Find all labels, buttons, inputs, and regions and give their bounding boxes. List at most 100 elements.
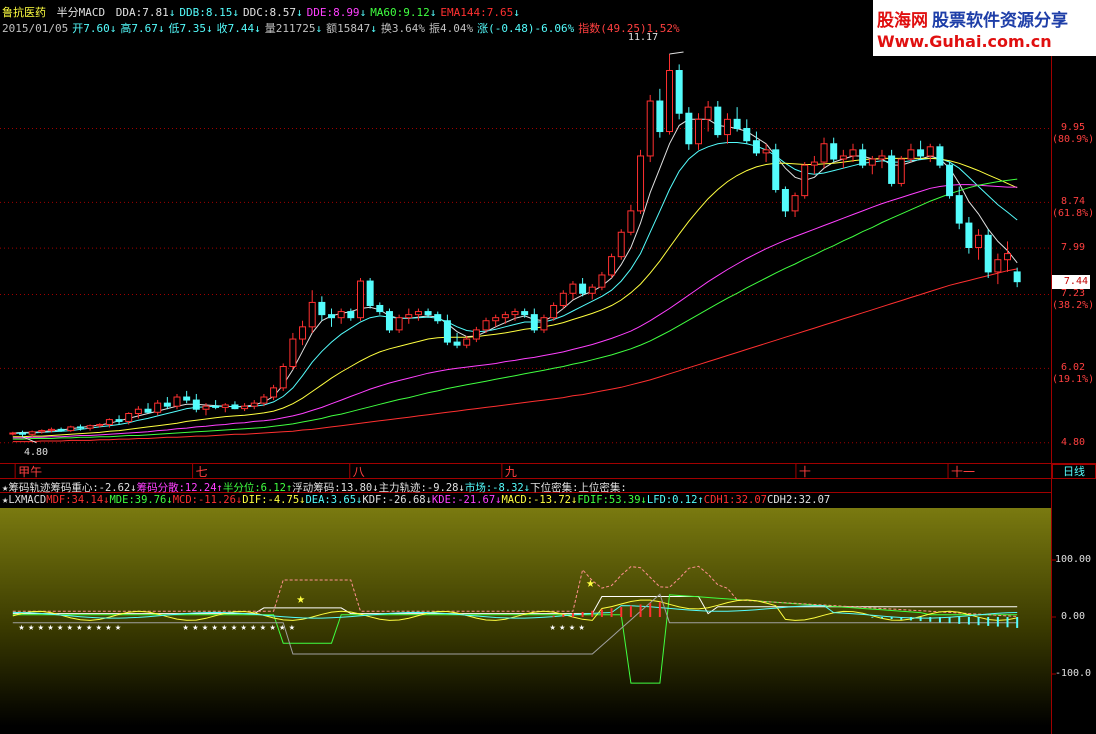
candle-92[interactable] <box>897 155 905 187</box>
candle-45[interactable] <box>443 314 451 346</box>
candle-95[interactable] <box>926 143 934 163</box>
candle-99[interactable] <box>965 216 973 254</box>
candle-29[interactable] <box>289 332 297 370</box>
candle-46[interactable] <box>453 332 461 349</box>
candle-8[interactable] <box>86 424 94 431</box>
stock-name[interactable]: 鲁抗医药 <box>2 6 46 19</box>
candle-23[interactable] <box>231 401 239 410</box>
candle-1[interactable] <box>18 430 26 437</box>
candle-101[interactable] <box>984 229 992 279</box>
candle-19[interactable] <box>192 393 200 413</box>
guhai-logo: 股海网 股票软件资源分享 Www.Guhai.com.cn <box>873 0 1096 56</box>
candle-89[interactable] <box>868 155 876 175</box>
candle-22[interactable] <box>221 403 229 413</box>
candle-47[interactable] <box>463 335 471 349</box>
candle-102[interactable] <box>994 253 1002 285</box>
candle-48[interactable] <box>472 326 480 343</box>
info-field-2: 高7.67 <box>120 22 158 35</box>
candle-73[interactable] <box>714 101 722 138</box>
candle-36[interactable] <box>356 278 364 321</box>
candle-68[interactable] <box>666 54 674 135</box>
candle-25[interactable] <box>250 400 258 410</box>
candle-40[interactable] <box>395 314 403 333</box>
candle-80[interactable] <box>781 186 789 217</box>
candle-60[interactable] <box>588 284 596 300</box>
stock-chart-canvas[interactable]: ★ ★ ★ ★ ★ ★ ★ ★ ★ ★ ★ ★ ★ ★ ★ ★ ★ ★ ★ ★ ★ ★ ★ ★ ★ ★ ★★★ <box>0 0 1096 734</box>
candle-75[interactable] <box>733 107 741 132</box>
candle-24[interactable] <box>241 403 249 412</box>
candle-90[interactable] <box>878 149 886 169</box>
candle-64[interactable] <box>627 204 635 236</box>
candle-93[interactable] <box>907 143 915 163</box>
candle-59[interactable] <box>579 278 587 297</box>
candle-18[interactable] <box>183 390 191 404</box>
candle-82[interactable] <box>801 162 809 199</box>
candle-35[interactable] <box>347 308 355 321</box>
info-field-4: 收7.44 <box>216 22 255 35</box>
indicator-value-2: DDC:8.57 <box>242 6 296 19</box>
candle-31[interactable] <box>308 290 316 333</box>
candle-104[interactable] <box>1013 267 1021 288</box>
candle-56[interactable] <box>550 302 558 321</box>
candle-94[interactable] <box>917 140 925 160</box>
candle-28[interactable] <box>279 363 287 391</box>
candle-34[interactable] <box>337 308 345 324</box>
candle-103[interactable] <box>1004 241 1012 272</box>
candle-70[interactable] <box>685 107 693 150</box>
candle-16[interactable] <box>163 397 171 410</box>
candle-38[interactable] <box>376 302 384 315</box>
candle-62[interactable] <box>608 253 616 279</box>
ma-line-5 <box>12 268 1018 443</box>
candle-21[interactable] <box>212 400 220 410</box>
candle-77[interactable] <box>752 131 760 156</box>
candle-11[interactable] <box>115 415 123 425</box>
candle-88[interactable] <box>859 143 867 169</box>
candle-67[interactable] <box>656 88 664 138</box>
candle-79[interactable] <box>772 143 780 193</box>
chip-star-1-19: ★ <box>192 622 198 633</box>
candle-54[interactable] <box>530 308 538 333</box>
candle-98[interactable] <box>955 186 963 230</box>
candle-39[interactable] <box>385 308 393 333</box>
candle-63[interactable] <box>617 229 625 260</box>
candle-15[interactable] <box>154 400 162 416</box>
candle-6[interactable] <box>67 425 75 432</box>
candle-83[interactable] <box>810 155 818 175</box>
candle-87[interactable] <box>849 143 857 163</box>
chip-star-1-25: ★ <box>250 622 256 633</box>
candle-74[interactable] <box>723 113 731 144</box>
candle-81[interactable] <box>791 192 799 217</box>
lxmacd-field-4: DIF:-4.75↓ <box>242 494 306 506</box>
candle-66[interactable] <box>646 94 654 163</box>
lxmacd-legend: ★LXMACDMDF:34.14↓MDE:39.76↓MCD:-11.26↓DI… <box>2 494 830 506</box>
lxmacd-field-11: CDH1:32.07 <box>703 494 767 506</box>
candle-61[interactable] <box>598 271 606 291</box>
candle-71[interactable] <box>694 113 702 150</box>
candle-55[interactable] <box>540 314 548 333</box>
candle-72[interactable] <box>704 101 712 132</box>
candle-37[interactable] <box>366 278 374 309</box>
candle-91[interactable] <box>888 149 896 187</box>
candle-76[interactable] <box>743 119 751 144</box>
period-tab-daily[interactable]: 日线 <box>1052 464 1096 479</box>
candle-42[interactable] <box>414 308 422 321</box>
candle-0[interactable] <box>9 431 17 436</box>
candle-50[interactable] <box>492 314 500 327</box>
candle-100[interactable] <box>975 229 983 260</box>
candle-96[interactable] <box>936 143 944 169</box>
indicator-value-arrow-4: ↓ <box>429 6 437 19</box>
candle-32[interactable] <box>318 296 326 321</box>
candle-41[interactable] <box>405 308 413 324</box>
candle-86[interactable] <box>839 149 847 169</box>
candle-57[interactable] <box>559 290 567 309</box>
candle-33[interactable] <box>328 308 336 327</box>
indicator-name[interactable]: 半分MACD <box>57 6 106 19</box>
candle-85[interactable] <box>830 137 838 163</box>
candle-97[interactable] <box>946 162 954 199</box>
candle-69[interactable] <box>675 64 683 120</box>
candle-65[interactable] <box>637 149 645 214</box>
candle-14[interactable] <box>144 403 152 414</box>
candle-58[interactable] <box>569 281 577 300</box>
candle-30[interactable] <box>299 320 307 346</box>
candle-44[interactable] <box>434 311 442 324</box>
